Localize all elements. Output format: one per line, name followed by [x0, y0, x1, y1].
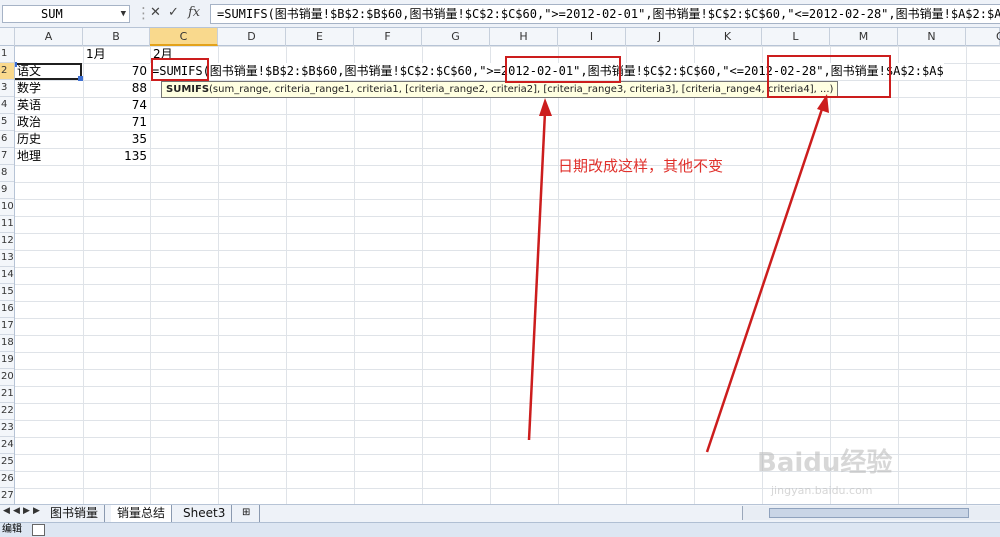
- row-header-6[interactable]: 6: [0, 131, 14, 148]
- column-header-h[interactable]: H: [490, 28, 558, 46]
- row-headers: 1 2 3 4 5 6 7 8 9 10 11 12 13 14 15 16 17 18 19 20 21 22 23 24 2…: [0, 46, 15, 504]
- row-header-9[interactable]: 9: [0, 182, 14, 199]
- row-header-17[interactable]: 17: [0, 318, 14, 335]
- worksheet-grid[interactable]: 1月 2月 语文 70 数学 88 英语 74 政治 71 历史 35 地理 1…: [15, 46, 1000, 504]
- row-header-5[interactable]: 5: [0, 114, 14, 131]
- column-header-a[interactable]: A: [15, 28, 83, 46]
- formula-input[interactable]: =SUMIFS(图书销量!$B$2:$B$60,图书销量!$C$2:$C$60,…: [210, 4, 1000, 24]
- column-header-o[interactable]: O: [966, 28, 1000, 46]
- status-bar: 编辑: [0, 522, 1000, 537]
- row-header-3[interactable]: 3: [0, 80, 14, 97]
- drag-handle-icon[interactable]: ⋮: [136, 4, 151, 22]
- range-selection-border: [15, 62, 83, 81]
- cell-a7[interactable]: 地理: [17, 148, 41, 165]
- cancel-icon[interactable]: ✕: [150, 5, 161, 20]
- highlight-box-start-date: [505, 56, 621, 83]
- cell-b4[interactable]: 74: [84, 97, 147, 114]
- row-header-21[interactable]: 21: [0, 386, 14, 403]
- function-signature-tooltip: SUMIFS(sum_range, criteria_range1, crite…: [161, 81, 839, 98]
- select-all-corner[interactable]: [0, 28, 15, 46]
- first-sheet-icon[interactable]: ◀: [3, 506, 10, 516]
- row-header-7[interactable]: 7: [0, 148, 14, 165]
- watermark-url: jingyan.baidu.com: [771, 484, 873, 497]
- column-header-j[interactable]: J: [626, 28, 694, 46]
- last-sheet-icon[interactable]: ▶: [33, 506, 40, 516]
- row-header-16[interactable]: 16: [0, 301, 14, 318]
- column-header-m[interactable]: M: [830, 28, 898, 46]
- row-header-25[interactable]: 25: [0, 454, 14, 471]
- cell-b2[interactable]: 70: [84, 63, 147, 80]
- cell-a4[interactable]: 英语: [17, 97, 41, 114]
- prev-sheet-icon[interactable]: ◀: [13, 506, 20, 516]
- row-header-13[interactable]: 13: [0, 250, 14, 267]
- column-header-i[interactable]: I: [558, 28, 626, 46]
- name-box-value: SUM: [41, 7, 63, 21]
- insert-function-icon[interactable]: fx: [188, 5, 200, 20]
- column-header-b[interactable]: B: [83, 28, 150, 46]
- row-header-24[interactable]: 24: [0, 437, 14, 454]
- column-header-f[interactable]: F: [354, 28, 422, 46]
- next-sheet-icon[interactable]: ▶: [23, 506, 30, 516]
- column-header-k[interactable]: K: [694, 28, 762, 46]
- column-headers: A B C D E F G H I J K L M N O: [0, 28, 1000, 46]
- row-header-26[interactable]: 26: [0, 471, 14, 488]
- cell-b7[interactable]: 135: [84, 148, 147, 165]
- tooltip-arguments: (sum_range, criteria_range1, criteria1, …: [209, 84, 834, 95]
- row-header-4[interactable]: 4: [0, 97, 14, 114]
- row-header-19[interactable]: 19: [0, 352, 14, 369]
- row-header-18[interactable]: 18: [0, 335, 14, 352]
- status-mode: 编辑: [2, 524, 22, 535]
- cell-a6[interactable]: 历史: [17, 131, 41, 148]
- sheet-tab-1[interactable]: 销量总结: [111, 505, 173, 522]
- highlight-box-function: [151, 58, 209, 81]
- column-header-e[interactable]: E: [286, 28, 354, 46]
- name-box[interactable]: SUM ▼: [2, 5, 130, 23]
- row-header-15[interactable]: 15: [0, 284, 14, 301]
- chevron-down-icon[interactable]: ▼: [121, 6, 126, 22]
- enter-icon[interactable]: ✓: [168, 5, 179, 20]
- horizontal-scrollbar[interactable]: [742, 506, 1000, 520]
- formula-bar: SUM ▼ ⋮ ✕ ✓ fx =SUMIFS(图书销量!$B$2:$B$60,图…: [0, 0, 1000, 28]
- column-header-g[interactable]: G: [422, 28, 490, 46]
- highlight-box-end-date: [767, 55, 891, 98]
- row-header-2[interactable]: 2: [0, 63, 14, 80]
- row-header-10[interactable]: 10: [0, 199, 14, 216]
- sheet-tab-0[interactable]: 图书销量: [44, 505, 106, 522]
- cell-b3[interactable]: 88: [84, 80, 147, 97]
- row-header-27[interactable]: 27: [0, 488, 14, 504]
- cell-b1[interactable]: 1月: [84, 46, 126, 63]
- column-header-l[interactable]: L: [762, 28, 830, 46]
- row-header-20[interactable]: 20: [0, 369, 14, 386]
- watermark-logo: Baidu经验: [757, 448, 893, 478]
- sheet-tab-2[interactable]: Sheet3: [177, 505, 233, 522]
- row-header-23[interactable]: 23: [0, 420, 14, 437]
- row-header-8[interactable]: 8: [0, 165, 14, 182]
- tooltip-function-name[interactable]: SUMIFS: [166, 84, 209, 95]
- cell-a5[interactable]: 政治: [17, 114, 41, 131]
- scroll-thumb[interactable]: [769, 508, 969, 518]
- row-header-12[interactable]: 12: [0, 233, 14, 250]
- row-header-1[interactable]: 1: [0, 46, 14, 63]
- row-header-22[interactable]: 22: [0, 403, 14, 420]
- cell-a3[interactable]: 数学: [17, 80, 41, 97]
- formula-buttons: ⋮ ✕ ✓ fx: [136, 4, 206, 24]
- column-header-c[interactable]: C: [150, 28, 218, 46]
- cell-b6[interactable]: 35: [84, 131, 147, 148]
- row-header-14[interactable]: 14: [0, 267, 14, 284]
- insert-sheet-icon[interactable]: ⊞: [236, 505, 260, 522]
- column-header-d[interactable]: D: [218, 28, 286, 46]
- annotation-text: 日期改成这样，其他不变: [558, 157, 724, 175]
- macro-record-icon[interactable]: [32, 524, 45, 536]
- row-header-11[interactable]: 11: [0, 216, 14, 233]
- cell-b5[interactable]: 71: [84, 114, 147, 131]
- column-header-n[interactable]: N: [898, 28, 966, 46]
